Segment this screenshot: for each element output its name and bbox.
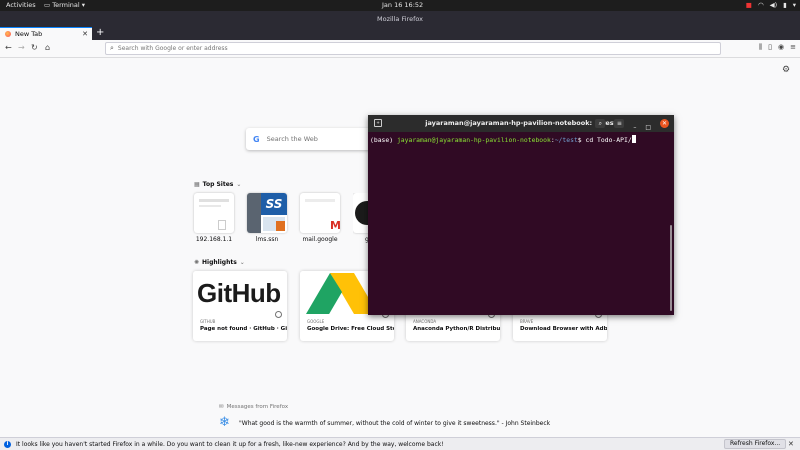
message-icon: ✉	[219, 404, 224, 410]
google-icon: G	[253, 134, 260, 144]
highlights-icon: ✺	[194, 259, 200, 266]
close-icon[interactable]: ✕	[788, 440, 794, 448]
account-icon[interactable]: ◉	[778, 43, 784, 52]
top-site-thumbnail	[194, 193, 234, 233]
top-site-label: 192.168.1.1	[195, 236, 233, 243]
firefox-icon	[5, 31, 11, 37]
close-icon[interactable]: ✕	[660, 119, 669, 128]
notification-text: It looks like you haven't started Firefo…	[16, 440, 444, 448]
library-icon[interactable]: ⫼	[759, 43, 762, 52]
top-site-tile[interactable]: 192.168.1.1	[194, 193, 234, 243]
clock-icon	[275, 311, 282, 318]
volume-icon: ◀)	[769, 1, 778, 9]
github-wordmark: GitHub	[197, 278, 281, 308]
chevron-down-icon: ⌄	[239, 259, 245, 266]
close-icon[interactable]: ✕	[82, 30, 88, 38]
top-site-tile[interactable]: g	[353, 193, 368, 243]
top-site-tile[interactable]: SS lms.ssn	[247, 193, 287, 243]
top-site-tile[interactable]: M mail.google	[300, 193, 340, 243]
clock[interactable]: Jan 16 16:52	[382, 1, 423, 9]
app-menu-label: Terminal	[52, 1, 80, 9]
wifi-icon: ◠	[757, 1, 764, 9]
hamburger-menu-icon[interactable]: ≡	[614, 119, 625, 128]
top-site-thumbnail: SS	[247, 193, 287, 233]
battery-icon: ▮	[783, 1, 787, 9]
text-cursor	[631, 135, 636, 143]
window-title: Mozilla Firefox	[0, 11, 800, 27]
terminal-controls: ⌕ ≡ – □ ✕	[595, 115, 669, 136]
snowflake-icon: ❄	[219, 415, 230, 430]
gmail-icon: M	[330, 219, 340, 232]
toolbar-right: ⫼ ▯ ◉ ≡	[759, 43, 796, 52]
highlight-source: ANACONDA	[413, 319, 437, 324]
top-site-thumbnail	[353, 193, 368, 233]
url-bar[interactable]: ⌕	[105, 42, 721, 55]
command-text: cd Todo-API/	[585, 136, 632, 144]
chevron-down-icon: ▾	[792, 1, 796, 9]
sidebar-icon[interactable]: ▯	[768, 43, 772, 52]
menu-icon[interactable]: ≡	[790, 43, 796, 52]
refresh-firefox-button[interactable]: Refresh Firefox...	[724, 439, 787, 449]
system-tray[interactable]: ■ ◠ ◀) ▮ ▾	[746, 1, 796, 9]
top-site-thumbnail: M	[300, 193, 340, 233]
github-logo-icon	[355, 201, 368, 225]
highlight-source: BRAVE	[520, 319, 534, 324]
highlight-title: Anaconda Python/R Distributio...	[413, 326, 500, 332]
info-icon: i	[4, 440, 11, 448]
terminal-window[interactable]: + jayaraman@jayaraman-hp-pavilion-notebo…	[368, 115, 674, 315]
terminal-app-icon: ▭	[44, 1, 53, 9]
forward-icon[interactable]: →	[18, 43, 25, 52]
tab-label: New Tab	[15, 30, 43, 38]
reload-icon[interactable]: ↻	[31, 43, 38, 52]
gear-icon[interactable]: ⚙	[782, 65, 790, 75]
gnome-top-bar: Activities ▭ Terminal ▾ Jan 16 16:52 ■ ◠…	[0, 0, 800, 11]
home-icon[interactable]: ⌂	[45, 43, 50, 52]
top-site-label: g	[365, 236, 368, 243]
app-menu[interactable]: ▭ Terminal ▾	[44, 1, 85, 9]
prompt-end: $	[577, 136, 586, 144]
terminal-title: jayaraman@jayaraman-hp-pavilion-notebook…	[425, 119, 617, 127]
new-tab-icon[interactable]: +	[374, 119, 382, 127]
messages-heading: ✉ Messages from Firefox	[219, 404, 289, 410]
highlights-heading[interactable]: ✺ Highlights ⌄	[194, 259, 245, 266]
top-sites-heading[interactable]: ▦ Top Sites ⌄	[194, 181, 241, 188]
tab-new-tab[interactable]: New Tab ✕	[0, 27, 92, 40]
grid-icon: ▦	[194, 181, 200, 188]
activities-button[interactable]: Activities	[6, 1, 36, 9]
notification-bar: i It looks like you haven't started Fire…	[0, 437, 800, 450]
terminal-scrollbar[interactable]	[670, 225, 672, 311]
web-search-box[interactable]: G Search the Web	[246, 128, 376, 150]
prompt-path: ~/test	[554, 136, 578, 144]
prompt-env: (base)	[370, 136, 397, 144]
camera-icon: ■	[745, 1, 752, 9]
search-icon: ⌕	[110, 44, 114, 52]
snippet-quote: "What good is the warmth of summer, with…	[239, 420, 551, 427]
highlight-title: Download Browser with Adbloc...	[520, 326, 607, 332]
terminal-header[interactable]: + jayaraman@jayaraman-hp-pavilion-notebo…	[368, 115, 674, 132]
highlight-title: Google Drive: Free Cloud Stora...	[307, 326, 394, 332]
url-input[interactable]	[117, 45, 678, 52]
maximize-icon[interactable]: □	[645, 119, 651, 136]
highlight-title: Page not found · GitHub · GitHub	[200, 326, 287, 332]
highlight-image: GitHub	[193, 271, 287, 314]
top-site-label: lms.ssn	[255, 236, 279, 243]
highlight-card[interactable]: GitHub GITHUB Page not found · GitHub · …	[193, 271, 287, 341]
tab-bar: New Tab ✕ +	[0, 27, 800, 40]
highlight-source: GITHUB	[200, 319, 216, 324]
search-icon[interactable]: ⌕	[595, 119, 606, 128]
prompt-user: jayaraman@jayaraman-hp-pavilion-notebook	[396, 136, 551, 144]
new-tab-button[interactable]: +	[96, 27, 106, 40]
highlight-source: GOOGLE	[307, 319, 325, 324]
navigation-bar: ← → ↻ ⌂ ⌕ ⫼ ▯ ◉ ≡	[0, 40, 800, 58]
minimize-icon[interactable]: –	[633, 119, 636, 136]
web-search-placeholder: Search the Web	[266, 135, 318, 143]
top-site-label: mail.google	[302, 236, 338, 243]
chevron-down-icon: ⌄	[236, 181, 242, 188]
back-icon[interactable]: ←	[5, 43, 12, 52]
